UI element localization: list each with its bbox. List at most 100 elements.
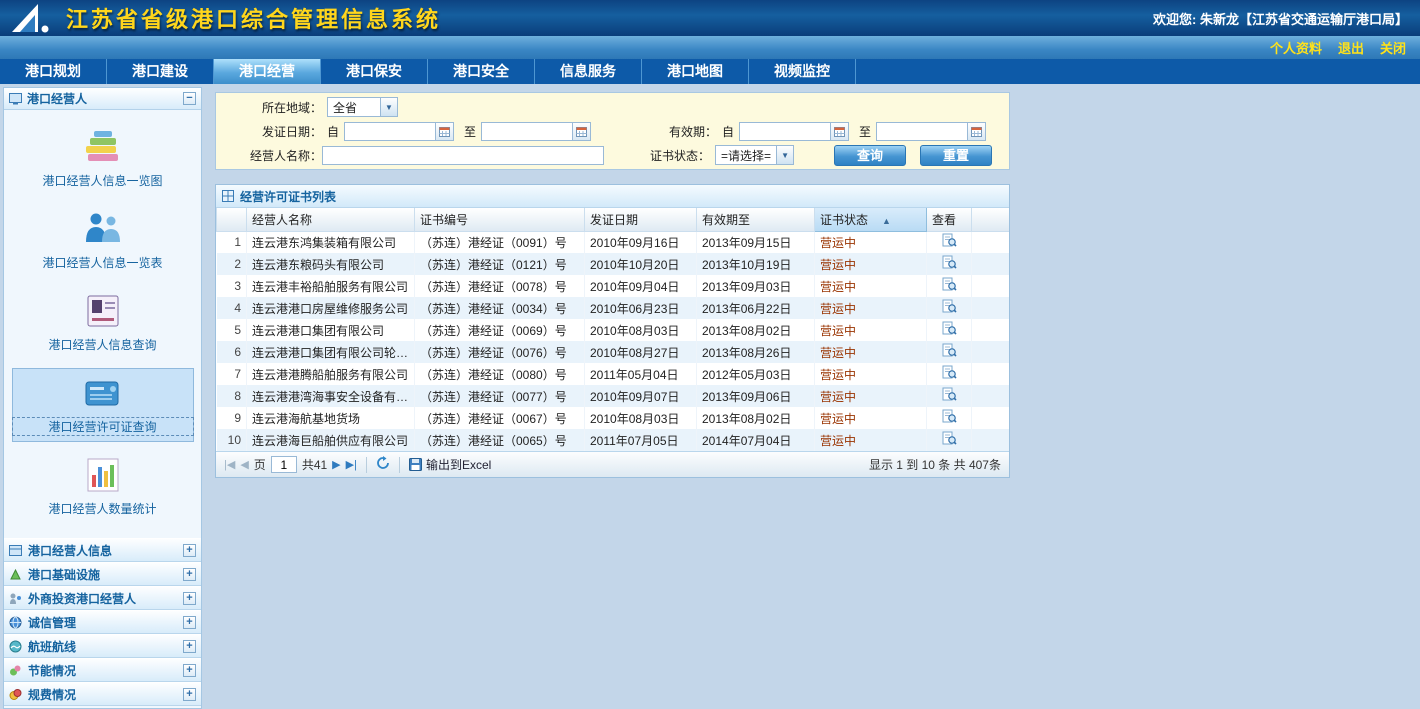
logout-link[interactable]: 退出 (1338, 38, 1364, 57)
expand-group-button[interactable]: + (183, 640, 196, 653)
expand-group-button[interactable]: + (183, 544, 196, 557)
sidebar-item-operator-statistics[interactable]: 港口经营人数量统计 (12, 450, 194, 524)
cert-no-cell: （苏连）港经证（0065）号 (415, 429, 585, 451)
view-record-icon[interactable] (942, 255, 957, 273)
region-select[interactable]: 全省 ▼ (327, 97, 398, 117)
table-row[interactable]: 3 连云港丰裕船舶服务有限公司 （苏连）港经证（0078）号 2010年09月0… (217, 275, 1010, 297)
issue-date-from-input[interactable] (344, 122, 436, 141)
row-number: 5 (217, 319, 247, 341)
tab-port-operation[interactable]: 港口经营 (214, 59, 321, 84)
calendar-picker-icon[interactable] (831, 122, 849, 141)
cert-no-cell: （苏连）港经证（0069）号 (415, 319, 585, 341)
cert-no-cell: （苏连）港经证（0077）号 (415, 385, 585, 407)
col-cert-status[interactable]: 证书状态▲ (815, 208, 927, 231)
sidebar-group-port-infrastructure[interactable]: 港口基础设施 + (4, 562, 201, 586)
issue-date-to-input[interactable] (481, 122, 573, 141)
view-record-icon[interactable] (942, 409, 957, 427)
collapse-panel-button[interactable]: − (183, 92, 196, 105)
view-record-icon[interactable] (942, 321, 957, 339)
table-row[interactable]: 5 连云港港口集团有限公司 （苏连）港经证（0069）号 2010年08月03日… (217, 319, 1010, 341)
sidebar-item-operator-info-query[interactable]: 港口经营人信息查询 (12, 286, 194, 360)
col-issue-date[interactable]: 发证日期 (585, 208, 697, 231)
sidebar-group-flight-routes[interactable]: 航班航线 + (4, 634, 201, 658)
expand-group-button[interactable]: + (183, 568, 196, 581)
cert-no-cell: （苏连）港经证（0067）号 (415, 407, 585, 429)
valid-until-cell: 2013年09月06日 (697, 385, 815, 407)
view-record-icon[interactable] (942, 233, 957, 251)
sidebar-group-integrity-management[interactable]: 诚信管理 + (4, 610, 201, 634)
last-page-icon[interactable]: ▶| (346, 452, 357, 478)
col-row-number (217, 208, 247, 231)
sidebar-group-operator-info[interactable]: 港口经营人信息 + (4, 538, 201, 562)
sidebar-splitter[interactable] (202, 87, 210, 709)
col-operator-name[interactable]: 经营人名称 (247, 208, 415, 231)
tab-port-planning[interactable]: 港口规划 (0, 59, 107, 84)
view-record-icon[interactable] (942, 387, 957, 405)
tab-port-security[interactable]: 港口保安 (321, 59, 428, 84)
tab-port-construction[interactable]: 港口建设 (107, 59, 214, 84)
table-row[interactable]: 8 连云港港湾海事安全设备有限... （苏连）港经证（0077）号 2010年0… (217, 385, 1010, 407)
sidebar-item-operator-overview-table[interactable]: 港口经营人信息一览表 (12, 204, 194, 278)
tab-video-monitor[interactable]: 视频监控 (749, 59, 856, 84)
view-record-icon[interactable] (942, 299, 957, 317)
view-record-icon[interactable] (942, 431, 957, 449)
expand-group-button[interactable]: + (183, 688, 196, 701)
reset-button[interactable]: 重置 (920, 145, 992, 166)
prev-page-icon[interactable]: ◀ (240, 452, 248, 478)
table-row[interactable]: 9 连云港海航基地货场 （苏连）港经证（0067）号 2010年08月03日 2… (217, 407, 1010, 429)
operator-name-cell: 连云港港湾海事安全设备有限... (247, 385, 415, 407)
calendar-picker-icon[interactable] (436, 122, 454, 141)
issue-date-label: 发证日期： (216, 123, 322, 140)
sidebar-group-foreign-investors[interactable]: 外商投资港口经营人 + (4, 586, 201, 610)
view-record-icon[interactable] (942, 277, 957, 295)
validity-to-input[interactable] (876, 122, 968, 141)
next-page-icon[interactable]: ▶ (332, 452, 340, 478)
view-record-icon[interactable] (942, 343, 957, 361)
refresh-icon[interactable] (376, 456, 390, 473)
sidebar-item-operator-overview-chart[interactable]: 港口经营人信息一览图 (12, 122, 194, 196)
expand-group-button[interactable]: + (183, 664, 196, 677)
table-row[interactable]: 1 连云港东鸿集装箱有限公司 （苏连）港经证（0091）号 2010年09月16… (217, 231, 1010, 253)
sidebar-panel-header[interactable]: 港口经营人 − (4, 88, 201, 110)
operator-name-cell: 连云港港腾船舶服务有限公司 (247, 363, 415, 385)
tab-port-safety[interactable]: 港口安全 (428, 59, 535, 84)
search-button[interactable]: 查询 (834, 145, 906, 166)
filler-cell (972, 231, 1010, 253)
operator-name-cell: 连云港港口房屋维修服务公司 (247, 297, 415, 319)
calendar-picker-icon[interactable] (968, 122, 986, 141)
expand-group-button[interactable]: + (183, 616, 196, 629)
filler-cell (972, 429, 1010, 451)
routes-icon (9, 640, 22, 653)
col-view[interactable]: 查看 (927, 208, 972, 231)
operator-name-input[interactable] (322, 146, 604, 165)
status-cell: 营运中 (815, 297, 927, 319)
export-excel-button[interactable]: 输出到Excel (409, 456, 491, 473)
table-row[interactable]: 7 连云港港腾船舶服务有限公司 （苏连）港经证（0080）号 2011年05月0… (217, 363, 1010, 385)
profile-link[interactable]: 个人资料 (1270, 38, 1322, 57)
filter-row-region: 所在地域： 全省 ▼ (216, 95, 1009, 119)
operator-name-cell: 连云港丰裕船舶服务有限公司 (247, 275, 415, 297)
tab-info-service[interactable]: 信息服务 (535, 59, 642, 84)
filter-panel: 所在地域： 全省 ▼ 发证日期： 自 至 有效期： 自 (215, 92, 1010, 170)
first-page-icon[interactable]: |◀ (224, 452, 235, 478)
table-row[interactable]: 4 连云港港口房屋维修服务公司 （苏连）港经证（0034）号 2010年06月2… (217, 297, 1010, 319)
table-header-row: 经营人名称 证书编号 发证日期 有效期至 证书状态▲ 查看 (217, 208, 1010, 231)
filler-cell (972, 407, 1010, 429)
col-valid-until[interactable]: 有效期至 (697, 208, 815, 231)
table-row[interactable]: 10 连云港海巨船舶供应有限公司 （苏连）港经证（0065）号 2011年07月… (217, 429, 1010, 451)
page-number-input[interactable] (271, 456, 297, 473)
tab-port-map[interactable]: 港口地图 (642, 59, 749, 84)
view-record-icon[interactable] (942, 365, 957, 383)
validity-from-input[interactable] (739, 122, 831, 141)
table-row[interactable]: 6 连云港港口集团有限公司轮驳... （苏连）港经证（0076）号 2010年0… (217, 341, 1010, 363)
cert-status-select[interactable]: =请选择= ▼ (715, 145, 794, 165)
close-link[interactable]: 关闭 (1380, 38, 1406, 57)
expand-group-button[interactable]: + (183, 592, 196, 605)
view-cell (927, 253, 972, 275)
sidebar-item-license-query[interactable]: 港口经营许可证查询 (12, 368, 194, 442)
sidebar-group-fees[interactable]: 规费情况 + (4, 682, 201, 706)
col-cert-no[interactable]: 证书编号 (415, 208, 585, 231)
sidebar-group-energy-saving[interactable]: 节能情况 + (4, 658, 201, 682)
table-row[interactable]: 2 连云港东粮码头有限公司 （苏连）港经证（0121）号 2010年10月20日… (217, 253, 1010, 275)
calendar-picker-icon[interactable] (573, 122, 591, 141)
